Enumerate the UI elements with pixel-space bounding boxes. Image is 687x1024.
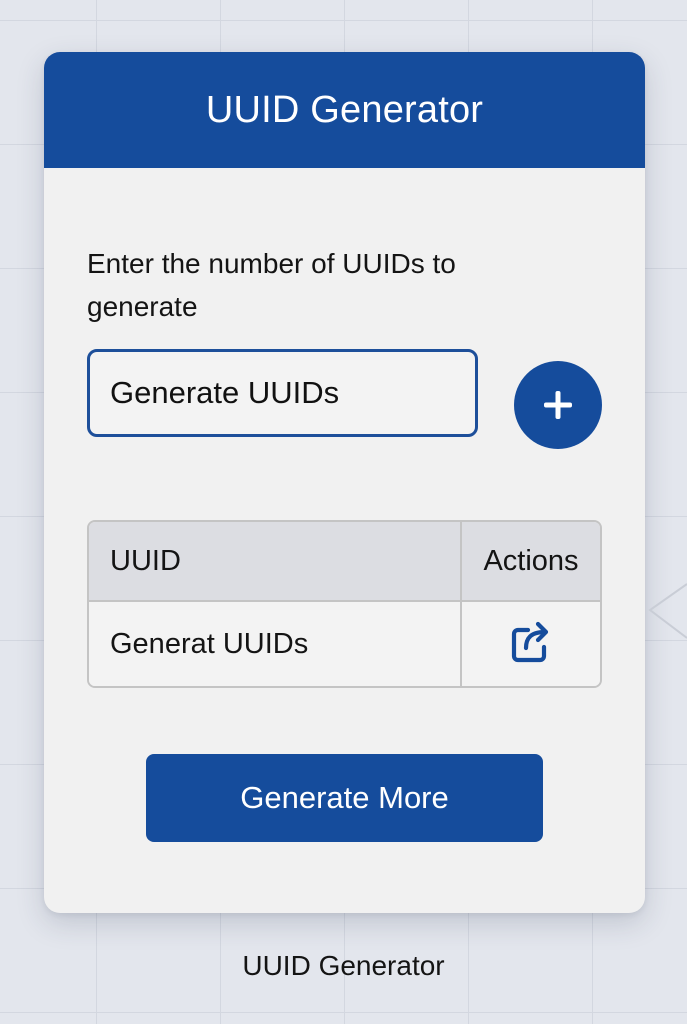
generate-more-button[interactable]: Generate More [146,754,543,842]
actions-cell [462,602,600,686]
table-header-row: UUID Actions [89,522,600,602]
plus-icon [544,391,572,419]
table-row: Generat UUIDs [89,602,600,686]
uuid-table: UUID Actions Generat UUIDs [87,520,602,688]
uuid-cell[interactable]: Generat UUIDs [89,602,462,686]
uuid-generator-card: UUID Generator Enter the number of UUIDs… [44,52,645,913]
uuid-count-input[interactable] [87,349,478,437]
share-button[interactable] [509,616,553,664]
background-arrow-mark [648,583,687,639]
card-title: UUID Generator [205,88,484,131]
card-header: UUID Generator [44,52,645,168]
count-prompt-label: Enter the number of UUIDs to generate [87,248,456,322]
actions-column-header: Actions [462,522,600,602]
page-caption: UUID Generator [242,950,445,981]
share-icon [511,621,549,663]
add-button[interactable] [514,361,602,449]
uuid-column-header: UUID [89,522,462,602]
